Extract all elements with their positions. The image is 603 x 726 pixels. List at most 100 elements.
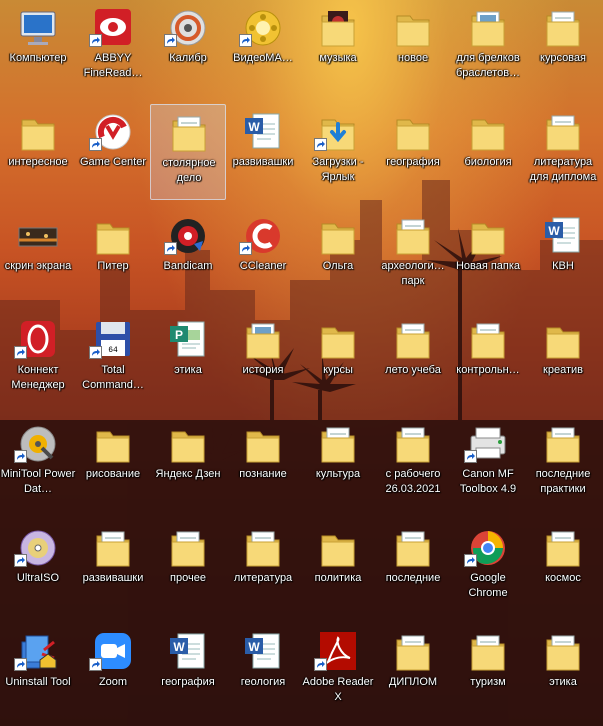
desktop-item-label: история <box>242 364 284 376</box>
desktop-item[interactable]: туризм <box>450 624 526 720</box>
desktop-item[interactable]: Новая папка <box>450 208 526 304</box>
desktop-item-label: Коннект Менеджер <box>11 364 65 391</box>
desktop-item[interactable]: Питер <box>75 208 151 304</box>
desktop-item[interactable]: лето учеба <box>375 312 451 408</box>
desktop-item[interactable]: культура <box>300 416 376 512</box>
desktop-item[interactable]: курсовая <box>525 0 601 96</box>
desktop-item-label: с рабочего 26.03.2021 <box>385 468 441 495</box>
word-document-icon: W <box>243 110 283 154</box>
desktop-item[interactable]: Uninstall Tool <box>0 624 76 720</box>
desktop-item[interactable]: литература <box>225 520 301 616</box>
shortcut-arrow-icon <box>89 138 102 151</box>
desktop-item[interactable]: политика <box>300 520 376 616</box>
desktop-item[interactable]: этика <box>525 624 601 720</box>
desktop-item-label: прочее <box>170 572 206 584</box>
desktop-item[interactable]: музыка <box>300 0 376 96</box>
desktop-item[interactable]: контрольн… <box>450 312 526 408</box>
shortcut-arrow-icon <box>89 34 102 47</box>
desktop-item[interactable]: Wгеография <box>150 624 226 720</box>
folder-with-papers-icon <box>93 526 133 570</box>
desktop-item[interactable]: Яндекс Дзен <box>150 416 226 512</box>
desktop-item-label: познание <box>239 468 287 480</box>
desktop-item[interactable]: познание <box>225 416 301 512</box>
desktop-item[interactable]: последние практики <box>525 416 601 512</box>
svg-text:P: P <box>175 328 183 342</box>
folder-icon <box>468 110 508 154</box>
desktop-item[interactable]: CCleaner <box>225 208 301 304</box>
desktop-item[interactable]: литература для диплома <box>525 104 601 200</box>
desktop-item[interactable]: Game Center <box>75 104 151 200</box>
desktop-item[interactable]: интересное <box>0 104 76 200</box>
desktop-item[interactable]: развивашки <box>75 520 151 616</box>
shortcut-arrow-icon <box>314 658 327 671</box>
desktop-item[interactable]: Ольга <box>300 208 376 304</box>
desktop-item[interactable]: Google Chrome <box>450 520 526 616</box>
desktop-item-label: ДИПЛОМ <box>388 676 438 688</box>
desktop-item[interactable]: Adobe Reader X <box>300 624 376 720</box>
music-folder-icon <box>318 6 358 50</box>
desktop-item[interactable]: ABBYY FineRead… <box>75 0 151 96</box>
desktop-item[interactable]: Калибр <box>150 0 226 96</box>
folder-with-images-icon <box>468 6 508 50</box>
desktop-item[interactable]: Canon MF Toolbox 4.9 <box>450 416 526 512</box>
desktop-item[interactable]: новое <box>375 0 451 96</box>
desktop-item-label: Adobe Reader X <box>302 676 374 703</box>
desktop-item[interactable]: космос <box>525 520 601 616</box>
desktop-item[interactable]: Zoom <box>75 624 151 720</box>
desktop-item[interactable]: креатив <box>525 312 601 408</box>
desktop-item[interactable]: Bandicam <box>150 208 226 304</box>
desktop-item[interactable]: рисование <box>75 416 151 512</box>
desktop-item[interactable]: скрин экрана <box>0 208 76 304</box>
shortcut-arrow-icon <box>314 138 327 151</box>
desktop[interactable]: Компьютер ABBYY FineRead… Калибр ВидеоМА… му… <box>0 0 603 726</box>
folder-icon <box>468 214 508 258</box>
shortcut-arrow-icon <box>14 450 27 463</box>
folder-with-papers-icon <box>393 526 433 570</box>
desktop-item-label: культура <box>315 468 361 480</box>
desktop-item-label: CCleaner <box>239 260 287 272</box>
desktop-item[interactable]: с рабочего 26.03.2021 <box>375 416 451 512</box>
desktop-item-label: креатив <box>543 364 583 376</box>
desktop-item[interactable]: MiniTool Power Dat… <box>0 416 76 512</box>
desktop-item[interactable]: курсы <box>300 312 376 408</box>
desktop-item-label: MiniTool Power Dat… <box>0 468 76 495</box>
desktop-item[interactable]: последние <box>375 520 451 616</box>
desktop-item[interactable]: W КВН <box>525 208 601 304</box>
folder-icon <box>18 110 58 154</box>
desktop-item-label: столярное дело <box>162 157 216 184</box>
desktop-item[interactable]: Wгеология <box>225 624 301 720</box>
desktop-item[interactable]: ВидеоМА… <box>225 0 301 96</box>
desktop-item-label: туризм <box>470 676 506 688</box>
desktop-item[interactable]: Pэтика <box>150 312 226 408</box>
folder-with-papers-icon <box>393 318 433 362</box>
desktop-item-label: Питер <box>97 260 129 272</box>
desktop-item[interactable]: ДИПЛОМ <box>375 624 451 720</box>
folder-with-images-icon <box>243 318 283 362</box>
desktop-item-label: геология <box>240 676 286 688</box>
folder-icon <box>393 6 433 50</box>
desktop-item-label: развивашки <box>82 572 144 584</box>
desktop-item[interactable]: Компьютер <box>0 0 76 96</box>
word-document-icon: W <box>168 630 208 674</box>
desktop-item-label: космос <box>545 572 581 584</box>
desktop-item[interactable]: археологи… парк <box>375 208 451 304</box>
desktop-item[interactable]: биология <box>450 104 526 200</box>
desktop-item[interactable]: столярное дело <box>150 104 226 200</box>
folder-with-papers-icon <box>318 422 358 466</box>
folder-with-papers-icon <box>543 630 583 674</box>
publisher-document-icon: P <box>168 318 208 362</box>
screenshot-image-icon <box>18 214 58 258</box>
desktop-item[interactable]: Коннект Менеджер <box>0 312 76 408</box>
desktop-item[interactable]: Wразвивашки <box>225 104 301 200</box>
desktop-item[interactable]: история <box>225 312 301 408</box>
desktop-item[interactable]: UltraISO <box>0 520 76 616</box>
desktop-item[interactable]: Загрузки - Ярлык <box>300 104 376 200</box>
desktop-item[interactable]: для брелков браслетов… <box>450 0 526 96</box>
desktop-item-label: этика <box>549 676 577 688</box>
desktop-item-label: Новая папка <box>455 260 521 272</box>
desktop-item[interactable]: 64 Total Command… <box>75 312 151 408</box>
desktop-item[interactable]: прочее <box>150 520 226 616</box>
shortcut-arrow-icon <box>89 658 102 671</box>
desktop-item[interactable]: география <box>375 104 451 200</box>
folder-with-papers-icon <box>543 110 583 154</box>
